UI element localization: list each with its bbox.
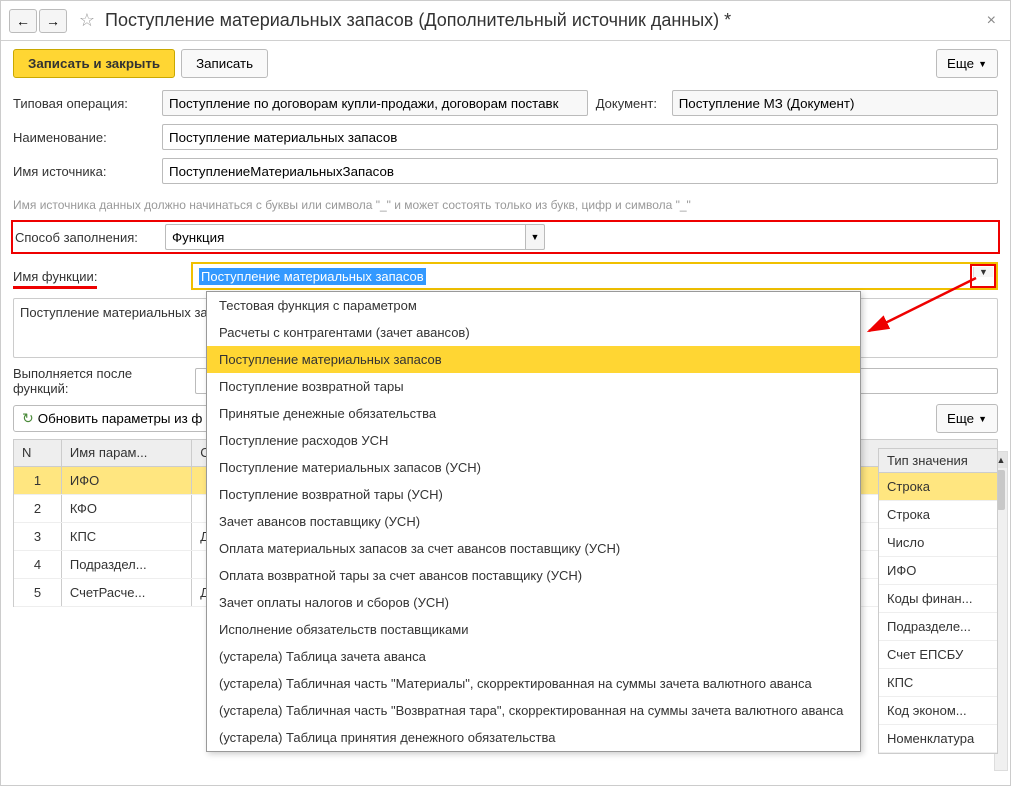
fill-method-select[interactable] (165, 224, 525, 250)
chevron-down-icon: ▼ (531, 232, 540, 242)
dropdown-item[interactable]: Поступление расходов УСН (207, 427, 860, 454)
function-dropdown-list: Тестовая функция с параметромРасчеты с к… (206, 291, 861, 752)
after-functions-label: Выполняется после функций: (13, 366, 191, 396)
dropdown-item[interactable]: Тестовая функция с параметром (207, 292, 860, 319)
type-value-panel: Тип значения СтрокаСтрокаЧислоИФОКоды фи… (878, 448, 998, 754)
type-value-item[interactable]: Номенклатура (879, 725, 997, 753)
name-field[interactable] (162, 124, 998, 150)
window-title: Поступление материальных запасов (Дополн… (105, 10, 981, 31)
dropdown-item[interactable]: Принятые денежные обязательства (207, 400, 860, 427)
dropdown-item[interactable]: (устарела) Табличная часть "Материалы", … (207, 670, 860, 697)
typical-operation-label: Типовая операция: (13, 96, 158, 111)
close-button[interactable]: × (981, 10, 1002, 32)
dropdown-item[interactable]: Поступление возвратной тары (УСН) (207, 481, 860, 508)
type-value-item[interactable]: Строка (879, 501, 997, 529)
dropdown-item[interactable]: Зачет оплаты налогов и сборов (УСН) (207, 589, 860, 616)
fill-method-highlight: Способ заполнения: ▼ (11, 220, 1000, 254)
back-button[interactable]: ← (9, 9, 37, 33)
document-label: Документ: (596, 96, 668, 111)
col-header-name[interactable]: Имя парам... (61, 440, 191, 466)
name-label: Наименование: (13, 130, 158, 145)
fill-method-dropdown-button[interactable]: ▼ (525, 224, 545, 250)
form-area: Типовая операция: Документ: Наименование… (1, 86, 1010, 196)
dropdown-item[interactable]: Зачет авансов поставщику (УСН) (207, 508, 860, 535)
save-button[interactable]: Записать (181, 49, 268, 78)
chevron-down-icon: ▼ (978, 59, 987, 69)
document-field[interactable] (672, 90, 998, 116)
type-column-header[interactable]: Тип значения (879, 449, 997, 473)
function-name-value[interactable]: Поступление материальных запасов (199, 268, 426, 285)
type-value-item[interactable]: Код эконом... (879, 697, 997, 725)
function-name-input-wrap: Поступление материальных запасов ▼ (191, 262, 998, 290)
params-more-button[interactable]: Еще▼ (936, 404, 998, 433)
dropdown-item[interactable]: (устарела) Табличная часть "Возвратная т… (207, 697, 860, 724)
refresh-icon: ↻ (22, 410, 34, 427)
more-button[interactable]: Еще▼ (936, 49, 998, 78)
scroll-thumb[interactable] (997, 470, 1005, 510)
dropdown-item[interactable]: Расчеты с контрагентами (зачет авансов) (207, 319, 860, 346)
fill-method-label: Способ заполнения: (15, 230, 165, 245)
source-name-field[interactable] (162, 158, 998, 184)
dropdown-item[interactable]: (устарела) Таблица принятия денежного об… (207, 724, 860, 751)
source-name-label: Имя источника: (13, 164, 158, 179)
save-and-close-button[interactable]: Записать и закрыть (13, 49, 175, 78)
titlebar: ← → ☆ Поступление материальных запасов (… (1, 1, 1010, 41)
typical-operation-field[interactable] (162, 90, 588, 116)
arrow-left-icon: ← (16, 13, 30, 29)
col-header-n[interactable]: N (14, 440, 61, 466)
refresh-params-button[interactable]: ↻ Обновить параметры из ф (13, 405, 211, 432)
dropdown-item[interactable]: Оплата возвратной тары за счет авансов п… (207, 562, 860, 589)
type-value-item[interactable]: Коды финан... (879, 585, 997, 613)
forward-button[interactable]: → (39, 9, 67, 33)
function-name-label: Имя функции: (13, 269, 97, 289)
chevron-down-icon: ▼ (979, 267, 988, 277)
type-value-item[interactable]: ИФО (879, 557, 997, 585)
nav-buttons: ← → (9, 9, 67, 33)
dropdown-item[interactable]: Исполнение обязательств поставщиками (207, 616, 860, 643)
dropdown-item[interactable]: Оплата материальных запасов за счет аван… (207, 535, 860, 562)
dropdown-item[interactable]: Поступление возвратной тары (207, 373, 860, 400)
hint-text: Имя источника данных должно начинаться с… (1, 196, 1010, 220)
type-value-item[interactable]: Подразделе... (879, 613, 997, 641)
type-value-item[interactable]: Счет ЕПСБУ (879, 641, 997, 669)
star-icon[interactable]: ☆ (75, 9, 99, 33)
dropdown-item[interactable]: Поступление материальных запасов (УСН) (207, 454, 860, 481)
chevron-down-icon: ▼ (978, 414, 987, 424)
arrow-right-icon: → (46, 13, 60, 29)
main-toolbar: Записать и закрыть Записать Еще▼ (1, 41, 1010, 86)
type-value-item[interactable]: Строка (879, 473, 997, 501)
type-value-item[interactable]: Число (879, 529, 997, 557)
function-dropdown-button[interactable]: ▼ (973, 267, 993, 277)
dropdown-item[interactable]: Поступление материальных запасов (207, 346, 860, 373)
type-value-item[interactable]: КПС (879, 669, 997, 697)
dropdown-item[interactable]: (устарела) Таблица зачета аванса (207, 643, 860, 670)
